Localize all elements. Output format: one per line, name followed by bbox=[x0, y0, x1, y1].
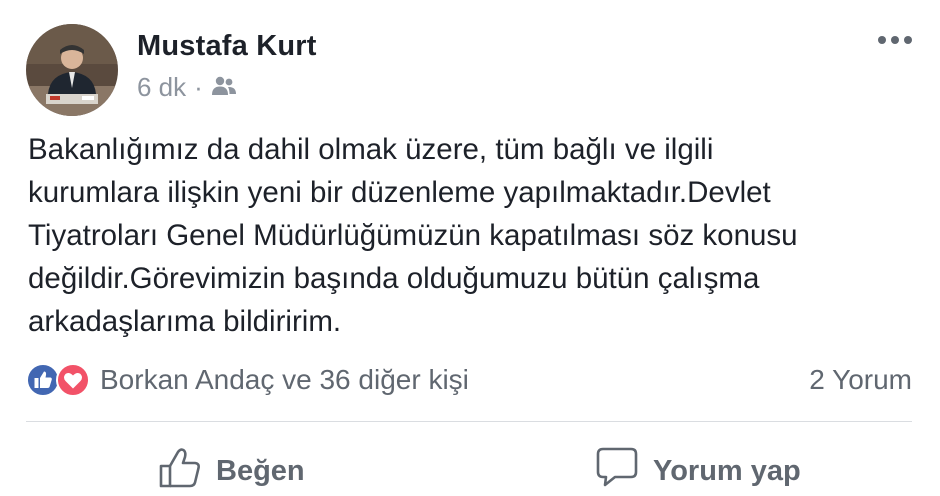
author-avatar[interactable] bbox=[26, 24, 118, 116]
comment-button[interactable]: Yorum yap bbox=[595, 446, 801, 496]
post-timestamp[interactable]: 6 dk bbox=[137, 72, 186, 103]
comment-button-label: Yorum yap bbox=[653, 454, 801, 487]
post-author-name[interactable]: Mustafa Kurt bbox=[137, 30, 317, 63]
meta-separator: · bbox=[194, 72, 203, 102]
post-meta: 6 dk · bbox=[137, 72, 237, 103]
comment-bubble-icon bbox=[595, 446, 639, 496]
post-text: Bakanlığımız da dahil olmak üzere, tüm b… bbox=[28, 133, 798, 338]
actions-divider bbox=[26, 421, 912, 422]
more-options-icon[interactable] bbox=[878, 36, 912, 44]
reaction-icons bbox=[26, 363, 90, 397]
reactions-summary[interactable]: Borkan Andaç ve 36 diğer kişi bbox=[26, 363, 469, 397]
reactions-text: Borkan Andaç ve 36 diğer kişi bbox=[100, 364, 469, 395]
avatar-photo bbox=[26, 24, 118, 116]
like-button[interactable]: Beğen bbox=[158, 446, 305, 496]
comments-count[interactable]: 2 Yorum bbox=[809, 364, 912, 396]
reactions-bar: Borkan Andaç ve 36 diğer kişi 2 Yorum bbox=[26, 358, 912, 402]
love-icon bbox=[56, 363, 90, 397]
like-button-label: Beğen bbox=[216, 454, 305, 487]
friends-icon[interactable] bbox=[211, 72, 237, 103]
thumbs-up-icon bbox=[158, 446, 202, 496]
like-icon bbox=[26, 363, 60, 397]
